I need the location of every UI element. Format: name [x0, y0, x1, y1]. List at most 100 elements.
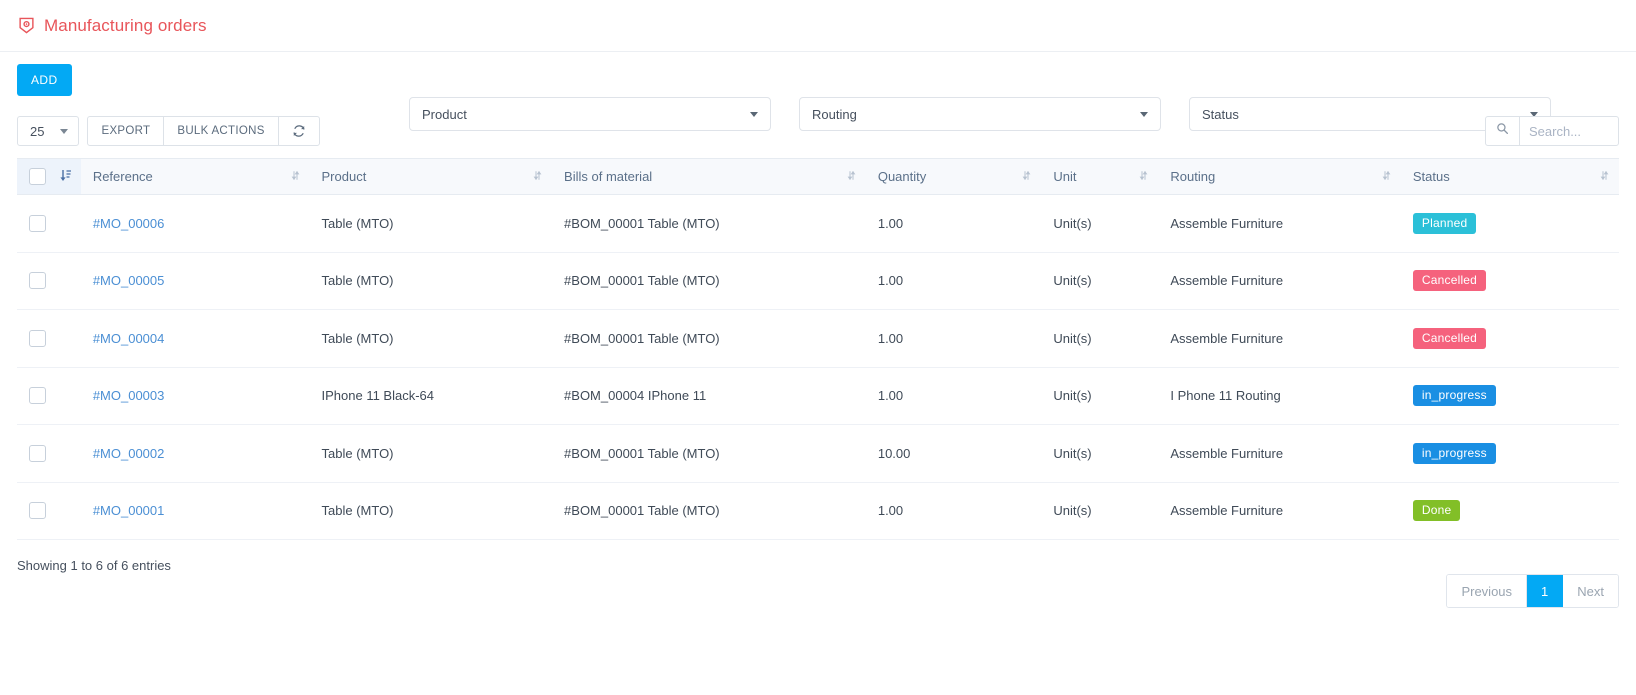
refresh-button[interactable]: [279, 117, 319, 145]
search-input[interactable]: [1520, 117, 1618, 145]
table-row[interactable]: #MO_00002 Table (MTO) #BOM_00001 Table (MT…: [17, 424, 1619, 483]
cell-unit: Unit(s): [1041, 309, 1159, 368]
cell-status: Cancelled: [1400, 252, 1619, 310]
cell-status: in_progress: [1400, 424, 1619, 483]
bulk-actions-button[interactable]: BULK ACTIONS: [164, 117, 279, 145]
entries-per-page-value: 25: [30, 123, 45, 139]
cell-routing: Assemble Furniture: [1158, 482, 1401, 540]
cell-routing: Assemble Furniture: [1158, 309, 1401, 368]
row-select-cell: [17, 424, 81, 483]
toolbar-second: 25 EXPORT BULK ACTIONS: [0, 114, 1636, 158]
row-checkbox[interactable]: [29, 272, 46, 290]
refresh-icon: [292, 124, 306, 138]
cell-quantity: 1.00: [865, 194, 1042, 253]
sort-both-icon: [1600, 169, 1609, 185]
table-header-row: Reference Product Bills of material Quan…: [17, 158, 1619, 195]
add-button[interactable]: ADD: [17, 64, 72, 96]
cell-quantity: 10.00: [865, 424, 1042, 483]
sort-both-icon: [533, 169, 542, 185]
toolbar-top: ADD Product Routing Status: [0, 52, 1636, 131]
row-checkbox[interactable]: [29, 329, 46, 347]
cell-status: Cancelled: [1400, 309, 1619, 368]
cell-quantity: 1.00: [865, 309, 1042, 368]
reference-link[interactable]: #MO_00003: [93, 388, 165, 403]
column-header-routing[interactable]: Routing: [1158, 158, 1401, 195]
cell-product: IPhone 11 Black-64: [309, 367, 553, 425]
manufacturing-badge-icon: [17, 17, 35, 35]
table-row[interactable]: #MO_00006 Table (MTO) #BOM_00001 Table (MT…: [17, 194, 1619, 253]
column-header-quantity[interactable]: Quantity: [865, 158, 1042, 195]
entries-per-page-select[interactable]: 25: [17, 116, 80, 146]
pagination-next[interactable]: Next: [1563, 575, 1618, 607]
cell-quantity: 1.00: [865, 367, 1042, 425]
reference-link[interactable]: #MO_00001: [93, 503, 165, 518]
row-checkbox[interactable]: [29, 444, 46, 462]
cell-routing: Assemble Furniture: [1158, 252, 1401, 310]
table-row[interactable]: #MO_00003 IPhone 11 Black-64 #BOM_00004 IP…: [17, 367, 1619, 425]
cell-product: Table (MTO): [309, 194, 553, 253]
cell-product: Table (MTO): [309, 424, 553, 483]
reference-link[interactable]: #MO_00005: [93, 273, 165, 288]
status-badge: Cancelled: [1412, 327, 1487, 349]
row-select-cell: [17, 367, 81, 425]
cell-reference: #MO_00002: [80, 424, 310, 483]
cell-bills-of-material: #BOM_00001 Table (MTO): [552, 424, 866, 483]
pagination-previous[interactable]: Previous: [1447, 575, 1528, 607]
search-button[interactable]: [1486, 117, 1520, 145]
pagination: Previous 1 Next: [1446, 574, 1619, 608]
chevron-down-icon: [60, 128, 69, 134]
row-checkbox[interactable]: [29, 214, 46, 232]
cell-bills-of-material: #BOM_00001 Table (MTO): [552, 194, 866, 253]
row-checkbox[interactable]: [29, 387, 46, 405]
column-header-unit-label: Unit: [1053, 169, 1077, 184]
table-footer: Showing 1 to 6 of 6 entries Previous 1 N…: [0, 540, 1636, 630]
sort-desc-active-icon: [60, 169, 72, 185]
column-header-product[interactable]: Product: [309, 158, 553, 195]
cell-status: Planned: [1400, 194, 1619, 253]
column-header-status[interactable]: Status: [1400, 158, 1619, 195]
table-row[interactable]: #MO_00004 Table (MTO) #BOM_00001 Table (MT…: [17, 309, 1619, 368]
select-all-checkbox[interactable]: [29, 168, 46, 186]
row-checkbox[interactable]: [29, 502, 46, 520]
pagination-page-1[interactable]: 1: [1527, 575, 1564, 607]
cell-unit: Unit(s): [1041, 482, 1159, 540]
table-row[interactable]: #MO_00005 Table (MTO) #BOM_00001 Table (MT…: [17, 252, 1619, 310]
sort-both-icon: [1382, 169, 1391, 185]
cell-reference: #MO_00006: [80, 194, 310, 253]
cell-unit: Unit(s): [1041, 194, 1159, 253]
cell-product: Table (MTO): [309, 482, 553, 540]
table-action-buttons: EXPORT BULK ACTIONS: [87, 116, 320, 146]
cell-reference: #MO_00001: [80, 482, 310, 540]
column-header-reference[interactable]: Reference: [80, 158, 310, 195]
reference-link[interactable]: #MO_00002: [93, 446, 165, 461]
cell-bills-of-material: #BOM_00001 Table (MTO): [552, 309, 866, 368]
cell-bills-of-material: #BOM_00001 Table (MTO): [552, 252, 866, 310]
sort-both-icon: [1139, 169, 1148, 185]
export-button[interactable]: EXPORT: [88, 117, 165, 145]
reference-link[interactable]: #MO_00004: [93, 331, 165, 346]
cell-status: Done: [1400, 482, 1619, 540]
cell-routing: Assemble Furniture: [1158, 194, 1401, 253]
cell-quantity: 1.00: [865, 252, 1042, 310]
page-header: Manufacturing orders: [0, 0, 1636, 52]
cell-reference: #MO_00004: [80, 309, 310, 368]
table-row[interactable]: #MO_00001 Table (MTO) #BOM_00001 Table (MT…: [17, 482, 1619, 540]
table-head: Reference Product Bills of material Quan…: [17, 158, 1619, 195]
page-title: Manufacturing orders: [44, 16, 207, 35]
row-select-cell: [17, 309, 81, 368]
column-header-select-all[interactable]: [17, 158, 81, 195]
search-icon: [1496, 122, 1509, 140]
cell-reference: #MO_00005: [80, 252, 310, 310]
status-badge: Done: [1412, 500, 1461, 522]
reference-link[interactable]: #MO_00006: [93, 216, 165, 231]
column-header-reference-label: Reference: [92, 169, 153, 184]
cell-product: Table (MTO): [309, 252, 553, 310]
column-header-bills-of-material[interactable]: Bills of material: [552, 158, 866, 195]
cell-status: in_progress: [1400, 367, 1619, 425]
search-box: [1485, 116, 1619, 146]
column-header-bills-of-material-label: Bills of material: [564, 169, 653, 184]
column-header-unit[interactable]: Unit: [1041, 158, 1159, 195]
status-badge: in_progress: [1412, 442, 1496, 464]
cell-reference: #MO_00003: [80, 367, 310, 425]
column-header-routing-label: Routing: [1170, 169, 1216, 184]
